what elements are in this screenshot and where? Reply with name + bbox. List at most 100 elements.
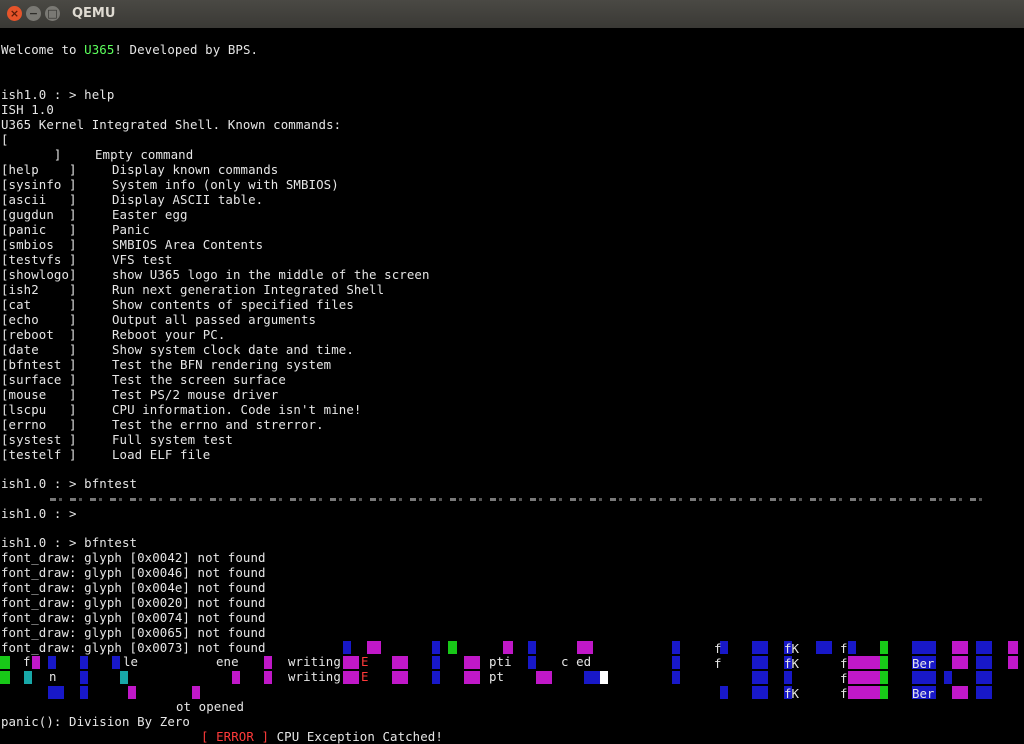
error-message: CPU Exception Catched! [269, 729, 443, 744]
glitch-block [752, 656, 768, 669]
glitch-char: fK [784, 656, 799, 671]
frag-f: f [23, 654, 31, 669]
glitch-block [952, 686, 968, 699]
glitch-block [848, 671, 880, 684]
glitch-block [392, 656, 408, 669]
glitch-block [976, 641, 992, 654]
glitch-char: f [714, 656, 722, 671]
glitch-block [367, 641, 381, 654]
glitch-block [848, 656, 880, 669]
glitch-block [912, 671, 936, 684]
error-line: [ ERROR ] CPU Exception Catched! [201, 729, 443, 744]
glitch-char: Ber [912, 686, 935, 701]
maximize-button[interactable]: □ [45, 6, 60, 21]
glitch-block [848, 641, 856, 654]
glitch-block [672, 671, 680, 684]
not-opened-text: ot opened [176, 699, 245, 714]
glitch-block [120, 671, 128, 684]
frag-ene: ene [216, 654, 239, 669]
glitch-block [976, 656, 992, 669]
glitch-block [528, 641, 536, 654]
close-button[interactable]: × [7, 6, 22, 21]
glitch-block [600, 671, 608, 684]
frag-pt: pt [489, 669, 505, 684]
glitch-block [672, 656, 680, 669]
window-titlebar: × − □ QEMU [0, 0, 1024, 29]
minimize-icon: − [28, 7, 39, 20]
minimize-button[interactable]: − [26, 6, 41, 21]
glitch-block [80, 671, 88, 684]
glitch-block [528, 656, 536, 669]
glitch-block [343, 656, 359, 669]
frag-pti: pti [489, 654, 512, 669]
glitch-block [80, 656, 88, 669]
glitch-block [32, 656, 40, 669]
maximize-icon: □ [47, 7, 58, 20]
glitch-block [848, 686, 880, 699]
glitch-block [464, 656, 480, 669]
glitch-block [192, 686, 200, 699]
glitch-char: f [840, 641, 848, 656]
glitch-block [1008, 641, 1018, 654]
glitch-block [536, 671, 552, 684]
glitch-block [584, 671, 600, 684]
garbled-glitch-area: f fK f f fK f f fK f Ber Ber [0, 28, 1024, 744]
glitch-block [1008, 656, 1018, 669]
frag-le: le [123, 654, 139, 669]
glitch-block [880, 641, 888, 654]
frag-ced: c ed [561, 654, 592, 669]
glitch-block [976, 686, 992, 699]
close-icon: × [9, 7, 20, 20]
glitch-block [432, 641, 440, 654]
glitch-block [264, 656, 272, 669]
glitch-char: f [714, 641, 722, 656]
glitch-block [0, 671, 10, 684]
glitch-block [112, 656, 120, 669]
console-screen[interactable]: Welcome to U365! Developed by BPS. ish1.… [0, 28, 1024, 744]
glitch-block [952, 656, 968, 669]
glitch-block [720, 686, 728, 699]
glitch-block [752, 686, 768, 699]
glitch-block [264, 671, 272, 684]
glitch-block [0, 656, 10, 669]
glitch-block [880, 656, 888, 669]
glitch-block [784, 671, 792, 684]
glitch-block [343, 641, 351, 654]
frag-e: E [361, 654, 369, 669]
glitch-block [392, 671, 408, 684]
frag-e-2: E [361, 669, 369, 684]
glitch-char: f [840, 656, 848, 671]
glitch-block [48, 686, 64, 699]
frag-n: n [49, 669, 57, 684]
panic-line: panic(): Division By Zero [1, 714, 190, 729]
glitch-char: f [840, 686, 848, 701]
glitch-block [432, 656, 440, 669]
glitch-block [944, 671, 952, 684]
glitch-block [816, 641, 832, 654]
glitch-block [503, 641, 513, 654]
glitch-block [880, 686, 888, 699]
glitch-char: fK [784, 686, 799, 701]
glitch-block [976, 671, 992, 684]
glitch-block [432, 671, 440, 684]
glitch-block [24, 671, 32, 684]
glitch-block [672, 641, 680, 654]
glitch-char: Ber [912, 656, 935, 671]
glitch-block [80, 686, 88, 699]
glitch-block [464, 671, 480, 684]
glitch-block [752, 671, 768, 684]
glitch-block [128, 686, 136, 699]
glitch-block [232, 671, 240, 684]
glitch-block [880, 671, 888, 684]
glitch-char: f [840, 671, 848, 686]
glitch-block [577, 641, 593, 654]
glitch-block [752, 641, 768, 654]
frag-writing-2: writing [288, 669, 341, 684]
glitch-char: fK [784, 641, 799, 656]
frag-writing: writing [288, 654, 341, 669]
glitch-block [912, 641, 936, 654]
error-tag: [ ERROR ] [201, 729, 270, 744]
glitch-block [48, 656, 56, 669]
glitch-block [448, 641, 457, 654]
glitch-block [343, 671, 359, 684]
